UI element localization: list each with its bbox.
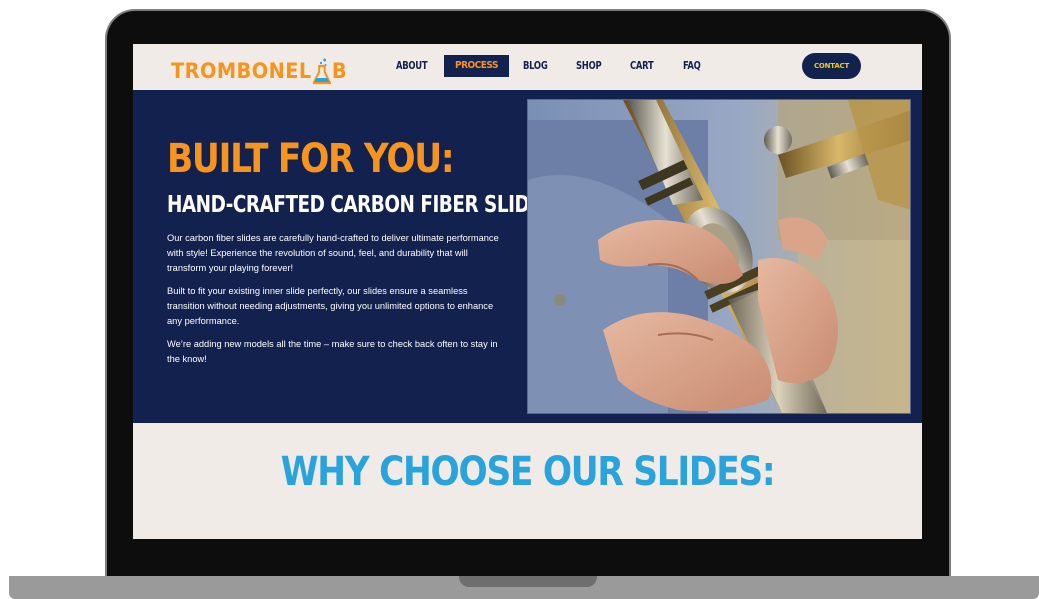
nav-about[interactable]: ABOUT [396,55,428,77]
contact-button[interactable]: CONTACT [802,53,861,79]
nav-faq[interactable]: FAQ [683,55,701,77]
site-header: TROMBONEL B ABOUT PROCESS BLOG SHOP CART… [133,44,922,90]
hero-photo-trombone-slide [527,99,911,414]
laptop-notch [459,576,597,587]
nav-blog[interactable]: BLOG [523,55,548,77]
hero-subtitle: HAND-CRAFTED CARBON FIBER SLIDES [167,192,555,218]
why-section-title: WHY CHOOSE OUR SLIDES: [280,449,776,495]
nav-shop[interactable]: SHOP [576,55,602,77]
hero-copy: Our carbon fiber slides are carefully ha… [167,231,507,375]
nav-cart[interactable]: CART [630,55,654,77]
hero-paragraph: Built to fit your existing inner slide p… [167,286,494,326]
hero-section: BUILT FOR YOU: HAND-CRAFTED CARBON FIBER… [133,90,922,423]
hero-title: BUILT FOR YOU: [167,136,455,182]
hero-paragraph: We’re adding new models all the time – m… [167,339,498,364]
hero-paragraph: Our carbon fiber slides are carefully ha… [167,233,499,273]
nav-process[interactable]: PROCESS [444,55,509,77]
website-screen: TROMBONEL B ABOUT PROCESS BLOG SHOP CART… [133,44,922,539]
